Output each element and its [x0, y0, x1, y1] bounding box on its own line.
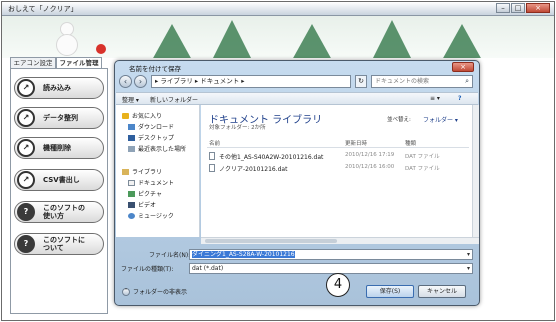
close-button[interactable]: × [526, 3, 550, 13]
app-title: おしえて「ノクリア」 [8, 5, 78, 13]
file-list-pane: ドキュメント ライブラリ 対象フォルダー: 2か所 並べ替え: フォルダー ▾ … [201, 105, 472, 237]
disc-icon: ↗ [17, 79, 35, 97]
filename-row: ファイル名(N): ダイニング1_AS-S28A-W-20101216 ▾ [119, 249, 477, 260]
save-button[interactable]: 保存(S) [366, 285, 414, 298]
csv-export-label: CSV書出し [43, 176, 80, 184]
nav-item-desktop[interactable]: デスクトップ [128, 133, 174, 142]
file-row[interactable]: ノクリア-20101216.dat 2010/12/16 16:00 DAT フ… [207, 163, 469, 173]
tree-decoration [292, 24, 332, 58]
column-header-date[interactable]: 更新日時 [345, 139, 367, 147]
tab-file-management[interactable]: ファイル管理 [56, 57, 102, 68]
dialog-footer: ˄ フォルダーの非表示 保存(S) キャンセル [116, 278, 478, 304]
desktop-icon [128, 134, 135, 141]
forward-icon[interactable]: › [134, 75, 147, 88]
chevron-down-icon: ▾ [466, 251, 470, 258]
dialog-title: 名前を付けて保存 [129, 65, 181, 73]
refresh-icon[interactable]: ↻ [355, 75, 367, 88]
nav-item-favorites[interactable]: お気に入り [122, 111, 162, 120]
tab-aircon-settings[interactable]: エアコン設定 [10, 57, 56, 68]
download-icon [128, 123, 135, 130]
nav-item-documents[interactable]: ドキュメント [128, 178, 174, 187]
filetype-label: ファイルの種類(T): [121, 266, 174, 273]
filetype-row: ファイルの種類(T): dat (*.dat) ▾ [119, 263, 477, 274]
question-icon: ? [17, 235, 35, 253]
library-subtitle: 対象フォルダー: 2か所 [209, 125, 266, 131]
new-folder-button[interactable]: 新しいフォルダー [150, 95, 198, 104]
view-options-button[interactable]: ≡ ▾ [430, 95, 440, 102]
vertical-scrollbar[interactable] [472, 105, 479, 237]
filename-input[interactable]: ダイニング1_AS-S28A-W-20101216 ▾ [189, 249, 473, 260]
arrange-by-dropdown[interactable]: フォルダー ▾ [423, 115, 458, 124]
file-icon [209, 152, 215, 160]
about-button[interactable]: ? このソフトに ついて [14, 233, 104, 255]
dialog-close-button[interactable]: × [452, 62, 474, 72]
snowman-body [56, 34, 78, 56]
navigation-pane: お気に入り ダウンロード デスクトップ 最近表示した場所 ライブラリ ドキュメン… [116, 105, 200, 237]
question-icon: ? [17, 203, 35, 221]
delete-model-button[interactable]: ↗ 機種削除 [14, 137, 104, 159]
sort-data-button[interactable]: ↗ データ整列 [14, 107, 104, 129]
picture-icon [128, 190, 135, 197]
document-icon [128, 179, 135, 186]
tree-decoration [372, 20, 412, 58]
nav-item-videos[interactable]: ビデオ [128, 200, 156, 209]
save-dialog: 名前を付けて保存 × ‹ › ▸ ライブラリ ▸ ドキュメント ▸ ↻ ドキュメ… [114, 60, 480, 306]
filetype-select[interactable]: dat (*.dat) ▾ [189, 263, 473, 274]
nav-item-music[interactable]: ミュージック [128, 211, 174, 220]
arrange-by-label: 並べ替え: [387, 117, 411, 123]
cancel-button[interactable]: キャンセル [418, 285, 466, 298]
app-window: おしえて「ノクリア」 – □ × エアコン設定 ファイル管理 ↗ 読み込み ↗ … [1, 1, 555, 321]
how-to-use-label: このソフトの 使い方 [43, 204, 85, 220]
address-bar[interactable]: ▸ ライブラリ ▸ ドキュメント ▸ [151, 75, 351, 88]
load-label: 読み込み [43, 84, 71, 92]
step-number-badge: 4 [326, 273, 350, 297]
help-icon[interactable]: ? [458, 95, 461, 102]
tree-decoration [442, 24, 482, 58]
nav-item-downloads[interactable]: ダウンロード [128, 122, 174, 131]
dialog-toolbar: 整理 ▾ 新しいフォルダー ≡ ▾ ? [116, 92, 478, 105]
csv-export-button[interactable]: ↗ CSV書出し [14, 169, 104, 191]
video-icon [128, 201, 135, 208]
star-icon [122, 112, 129, 119]
recent-icon [128, 145, 135, 152]
music-icon [128, 212, 135, 219]
address-row: ‹ › ▸ ライブラリ ▸ ドキュメント ▸ ↻ ドキュメントの検索 ⌕ [119, 74, 475, 90]
nav-item-pictures[interactable]: ピクチャ [128, 189, 162, 198]
file-icon [209, 164, 215, 172]
maximize-button[interactable]: □ [511, 3, 525, 13]
sidebar: ↗ 読み込み ↗ データ整列 ↗ 機種削除 ↗ CSV書出し ? このソフトの使… [10, 68, 108, 314]
minimize-button[interactable]: – [496, 3, 510, 13]
sort-data-label: データ整列 [43, 114, 78, 122]
load-button[interactable]: ↗ 読み込み [14, 77, 104, 99]
window-controls: – □ × [496, 3, 550, 13]
how-to-use-button[interactable]: ? このソフトの 使い方 [14, 201, 104, 223]
nav-item-recent[interactable]: 最近表示した場所 [128, 144, 186, 153]
search-input[interactable]: ドキュメントの検索 ⌕ [371, 75, 473, 88]
disc-icon: ↗ [17, 171, 35, 189]
tree-decoration [152, 24, 192, 58]
nav-item-libraries[interactable]: ライブラリ [122, 167, 162, 176]
about-label: このソフトに ついて [43, 236, 85, 252]
chevron-down-icon: ▾ [466, 265, 470, 272]
decorative-banner [2, 16, 554, 58]
library-icon [122, 168, 129, 175]
column-header-type[interactable]: 種類 [405, 139, 416, 147]
filename-label: ファイル名(N): [149, 252, 191, 259]
organize-button[interactable]: 整理 ▾ [122, 95, 139, 104]
search-icon: ⌕ [465, 77, 469, 85]
delete-model-label: 機種削除 [43, 144, 71, 152]
chevron-up-icon: ˄ [122, 287, 130, 296]
hide-folders-toggle[interactable]: ˄ フォルダーの非表示 [122, 287, 187, 296]
app-titlebar: おしえて「ノクリア」 – □ × [2, 2, 554, 16]
tree-decoration [212, 20, 252, 58]
column-header-name[interactable]: 名前 [209, 139, 220, 147]
file-row[interactable]: その他1_AS-S40A2W-20101216.dat 2010/12/16 1… [207, 151, 469, 161]
back-icon[interactable]: ‹ [119, 75, 132, 88]
scroll-thumb[interactable] [205, 239, 337, 243]
horizontal-scrollbar[interactable] [201, 237, 479, 244]
disc-icon: ↗ [17, 109, 35, 127]
header-divider [207, 147, 469, 148]
ornament [96, 44, 106, 54]
disc-icon: ↗ [17, 139, 35, 157]
